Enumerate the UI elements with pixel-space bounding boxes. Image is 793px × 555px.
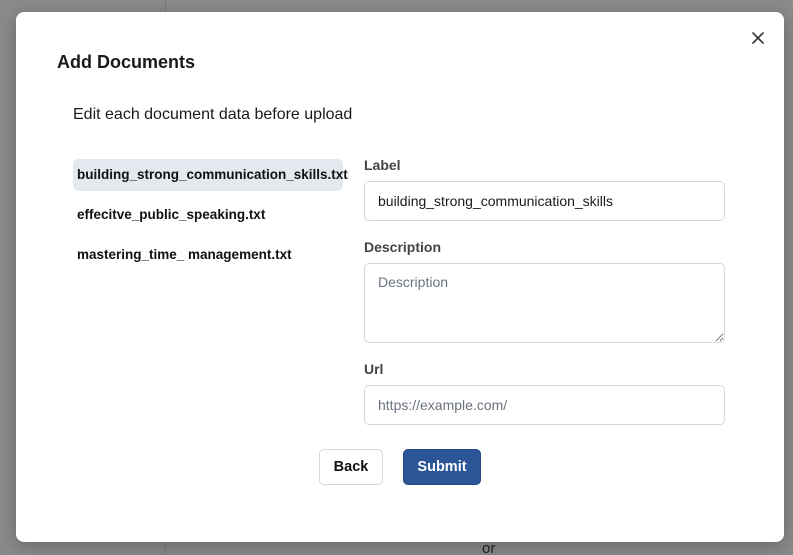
dialog-title: Add Documents	[57, 52, 196, 72]
document-list: building_strong_communication_skills.txt…	[73, 159, 348, 279]
backdrop-divider	[165, 542, 166, 555]
document-item[interactable]: mastering_time_ management.txt	[73, 239, 343, 271]
add-documents-dialog: Add Documents Edit each document data be…	[16, 12, 784, 542]
description-textarea[interactable]	[364, 263, 725, 343]
close-button[interactable]	[746, 26, 770, 50]
back-button[interactable]: Back	[319, 449, 383, 485]
backdrop-divider	[165, 0, 166, 12]
submit-button[interactable]: Submit	[403, 449, 481, 485]
url-input[interactable]	[364, 385, 725, 425]
label-input[interactable]	[364, 181, 725, 221]
backdrop-text: or	[482, 540, 496, 555]
document-item[interactable]: building_strong_communication_skills.txt	[73, 159, 348, 191]
description-field-label: Description	[364, 239, 442, 255]
url-field-label: Url	[364, 361, 384, 377]
dialog-subtitle: Edit each document data before upload	[73, 106, 353, 123]
label-field-label: Label	[364, 157, 401, 173]
document-form: Label Description Url	[364, 157, 725, 443]
close-icon	[752, 32, 764, 44]
document-item[interactable]: effecitve_public_speaking.txt	[73, 199, 343, 231]
